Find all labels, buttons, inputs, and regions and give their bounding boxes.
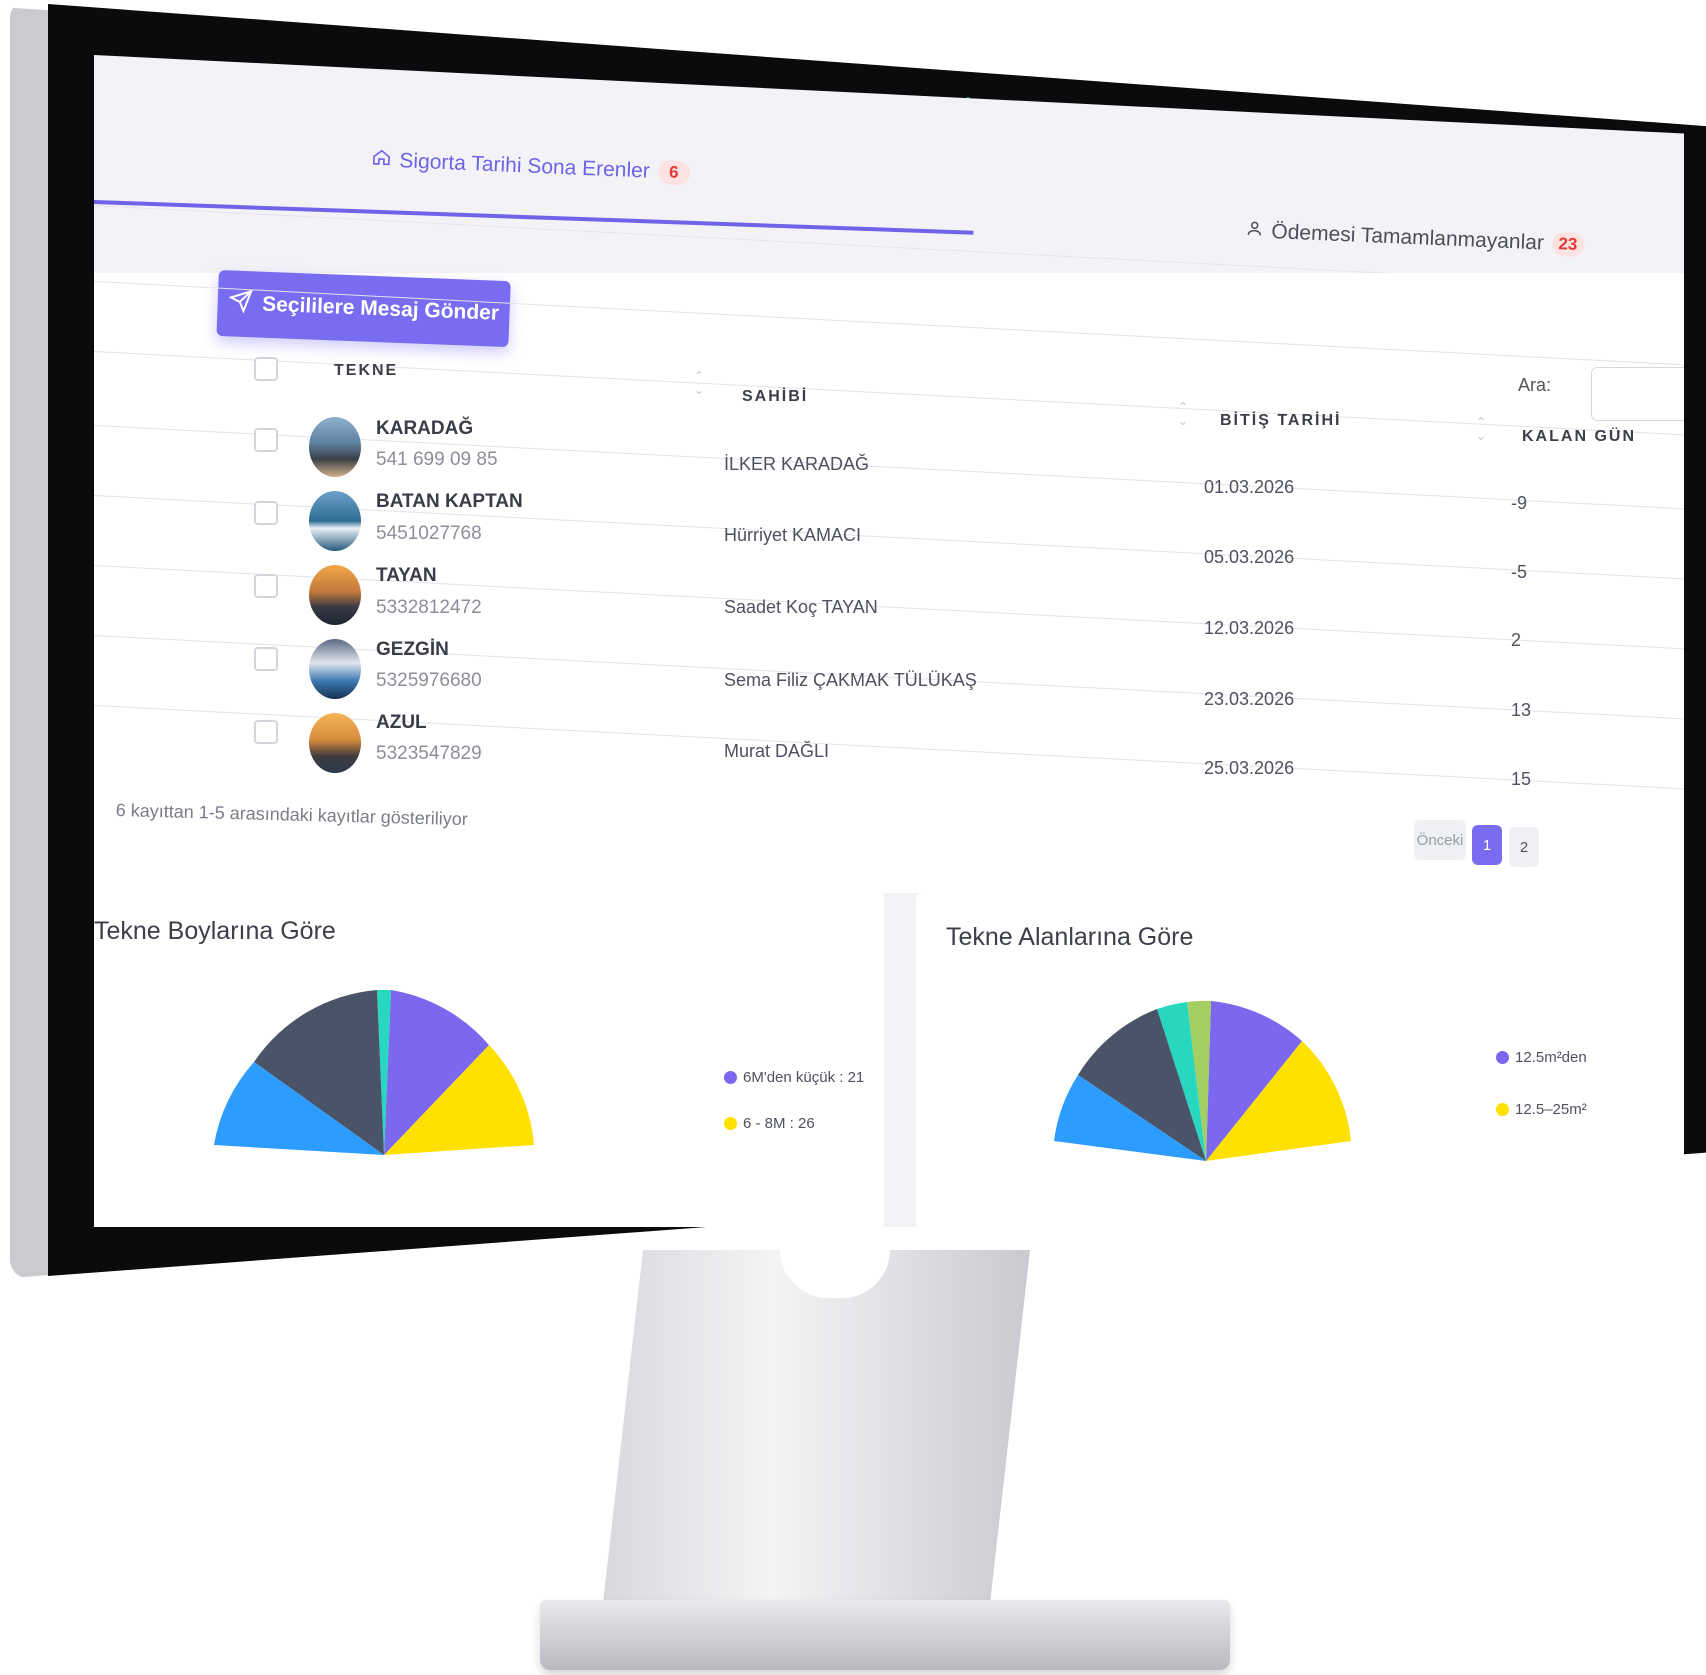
days-left-cell: 15: [1511, 769, 1532, 789]
table-top-border: [94, 281, 1684, 371]
owner-cell: Murat DAĞLI: [724, 741, 830, 761]
legend-dot: [724, 1117, 737, 1130]
column-header-boat[interactable]: TEKNE: [334, 362, 398, 380]
pie-chart-boat-area: [1054, 1000, 1351, 1161]
chart-title: Tekne Boylarına Göre: [94, 917, 336, 945]
end-date-cell: 23.03.2026: [1204, 689, 1295, 709]
legend-item[interactable]: 12.5m²den: [1496, 1049, 1587, 1066]
end-date-cell: 12.03.2026: [1204, 618, 1295, 638]
boat-name: GEZGİN: [376, 639, 449, 660]
boat-avatar: [309, 417, 361, 477]
owner-cell: Sema Filiz ÇAKMAK TÜLÜKAŞ: [724, 670, 977, 690]
column-header-owner[interactable]: SAHİBİ: [742, 388, 808, 406]
end-date-cell: 25.03.2026: [1204, 758, 1295, 778]
legend-dot: [1496, 1103, 1509, 1116]
row-checkbox[interactable]: [254, 574, 278, 598]
row-checkbox[interactable]: [254, 647, 278, 671]
page-2-button[interactable]: 2: [1509, 827, 1539, 867]
end-date-cell: 05.03.2026: [1204, 547, 1295, 567]
days-left-cell: -5: [1511, 562, 1528, 582]
page-1-button[interactable]: 1: [1472, 825, 1502, 865]
legend-label: 12.5m²den: [1515, 1049, 1587, 1066]
sort-icon[interactable]: ⌃ ⌄: [694, 369, 704, 397]
monitor-stand-neck: [600, 1250, 1030, 1630]
legend-item[interactable]: 12.5–25m²: [1496, 1101, 1587, 1118]
chart-card-boat-length: Tekne Boylarına Göre 6M'den küçük : 21 6…: [94, 887, 884, 1227]
chart-title: Tekne Alanlarına Göre: [946, 923, 1194, 951]
boat-phone: 5325976680: [376, 670, 482, 691]
boat-phone: 5332812472: [376, 597, 482, 618]
legend-label: 12.5–25m²: [1515, 1101, 1587, 1118]
boat-avatar: [309, 565, 361, 625]
legend-item[interactable]: 6M'den küçük : 21: [724, 1069, 864, 1086]
pie-chart-boat-length: [214, 989, 534, 1155]
row-checkbox[interactable]: [254, 428, 278, 452]
boat-name: AZUL: [376, 712, 427, 733]
row-checkbox[interactable]: [254, 501, 278, 525]
days-left-cell: 13: [1511, 700, 1532, 720]
boat-name: TAYAN: [376, 565, 437, 586]
boat-phone: 541 699 09 85: [376, 449, 498, 470]
column-header-days-left[interactable]: KALAN GÜN: [1522, 428, 1636, 446]
boat-avatar: [309, 713, 361, 773]
legend-dot: [1496, 1051, 1509, 1064]
end-date-cell: 01.03.2026: [1204, 477, 1295, 497]
row-checkbox[interactable]: [254, 720, 278, 744]
days-left-cell: 2: [1511, 630, 1522, 650]
boat-avatar: [309, 639, 361, 699]
chart-card-boat-area: Tekne Alanlarına Göre 12.5m²den 12.5–25m…: [916, 893, 1684, 1227]
days-left-cell: -9: [1511, 493, 1528, 513]
boat-name: KARADAĞ: [376, 418, 474, 439]
previous-page-button[interactable]: Önceki: [1414, 820, 1466, 860]
monitor-stand-base: [540, 1600, 1230, 1670]
owner-cell: İLKER KARADAĞ: [724, 454, 870, 474]
owner-cell: Saadet Koç TAYAN: [724, 597, 878, 617]
boat-phone: 5451027768: [376, 523, 482, 544]
screen: Sigorta Tarihi Sona Erenler 6 Ödemesi Ta…: [94, 55, 1684, 1227]
sort-icon[interactable]: ⌃ ⌄: [1476, 415, 1486, 443]
owner-cell: Hürriyet KAMACI: [724, 525, 862, 545]
select-all-checkbox[interactable]: [254, 357, 278, 381]
legend-dot: [724, 1071, 737, 1084]
legend-label: 6M'den küçük : 21: [743, 1069, 865, 1086]
legend-item[interactable]: 6 - 8M : 26: [724, 1115, 815, 1132]
boat-phone: 5323547829: [376, 743, 482, 764]
boat-name: BATAN KAPTAN: [376, 491, 523, 512]
sort-icon[interactable]: ⌃ ⌄: [1178, 400, 1188, 428]
column-header-end-date[interactable]: BİTİŞ TARİHİ: [1220, 412, 1341, 430]
legend-label: 6 - 8M : 26: [743, 1115, 815, 1132]
boat-avatar: [309, 491, 361, 551]
